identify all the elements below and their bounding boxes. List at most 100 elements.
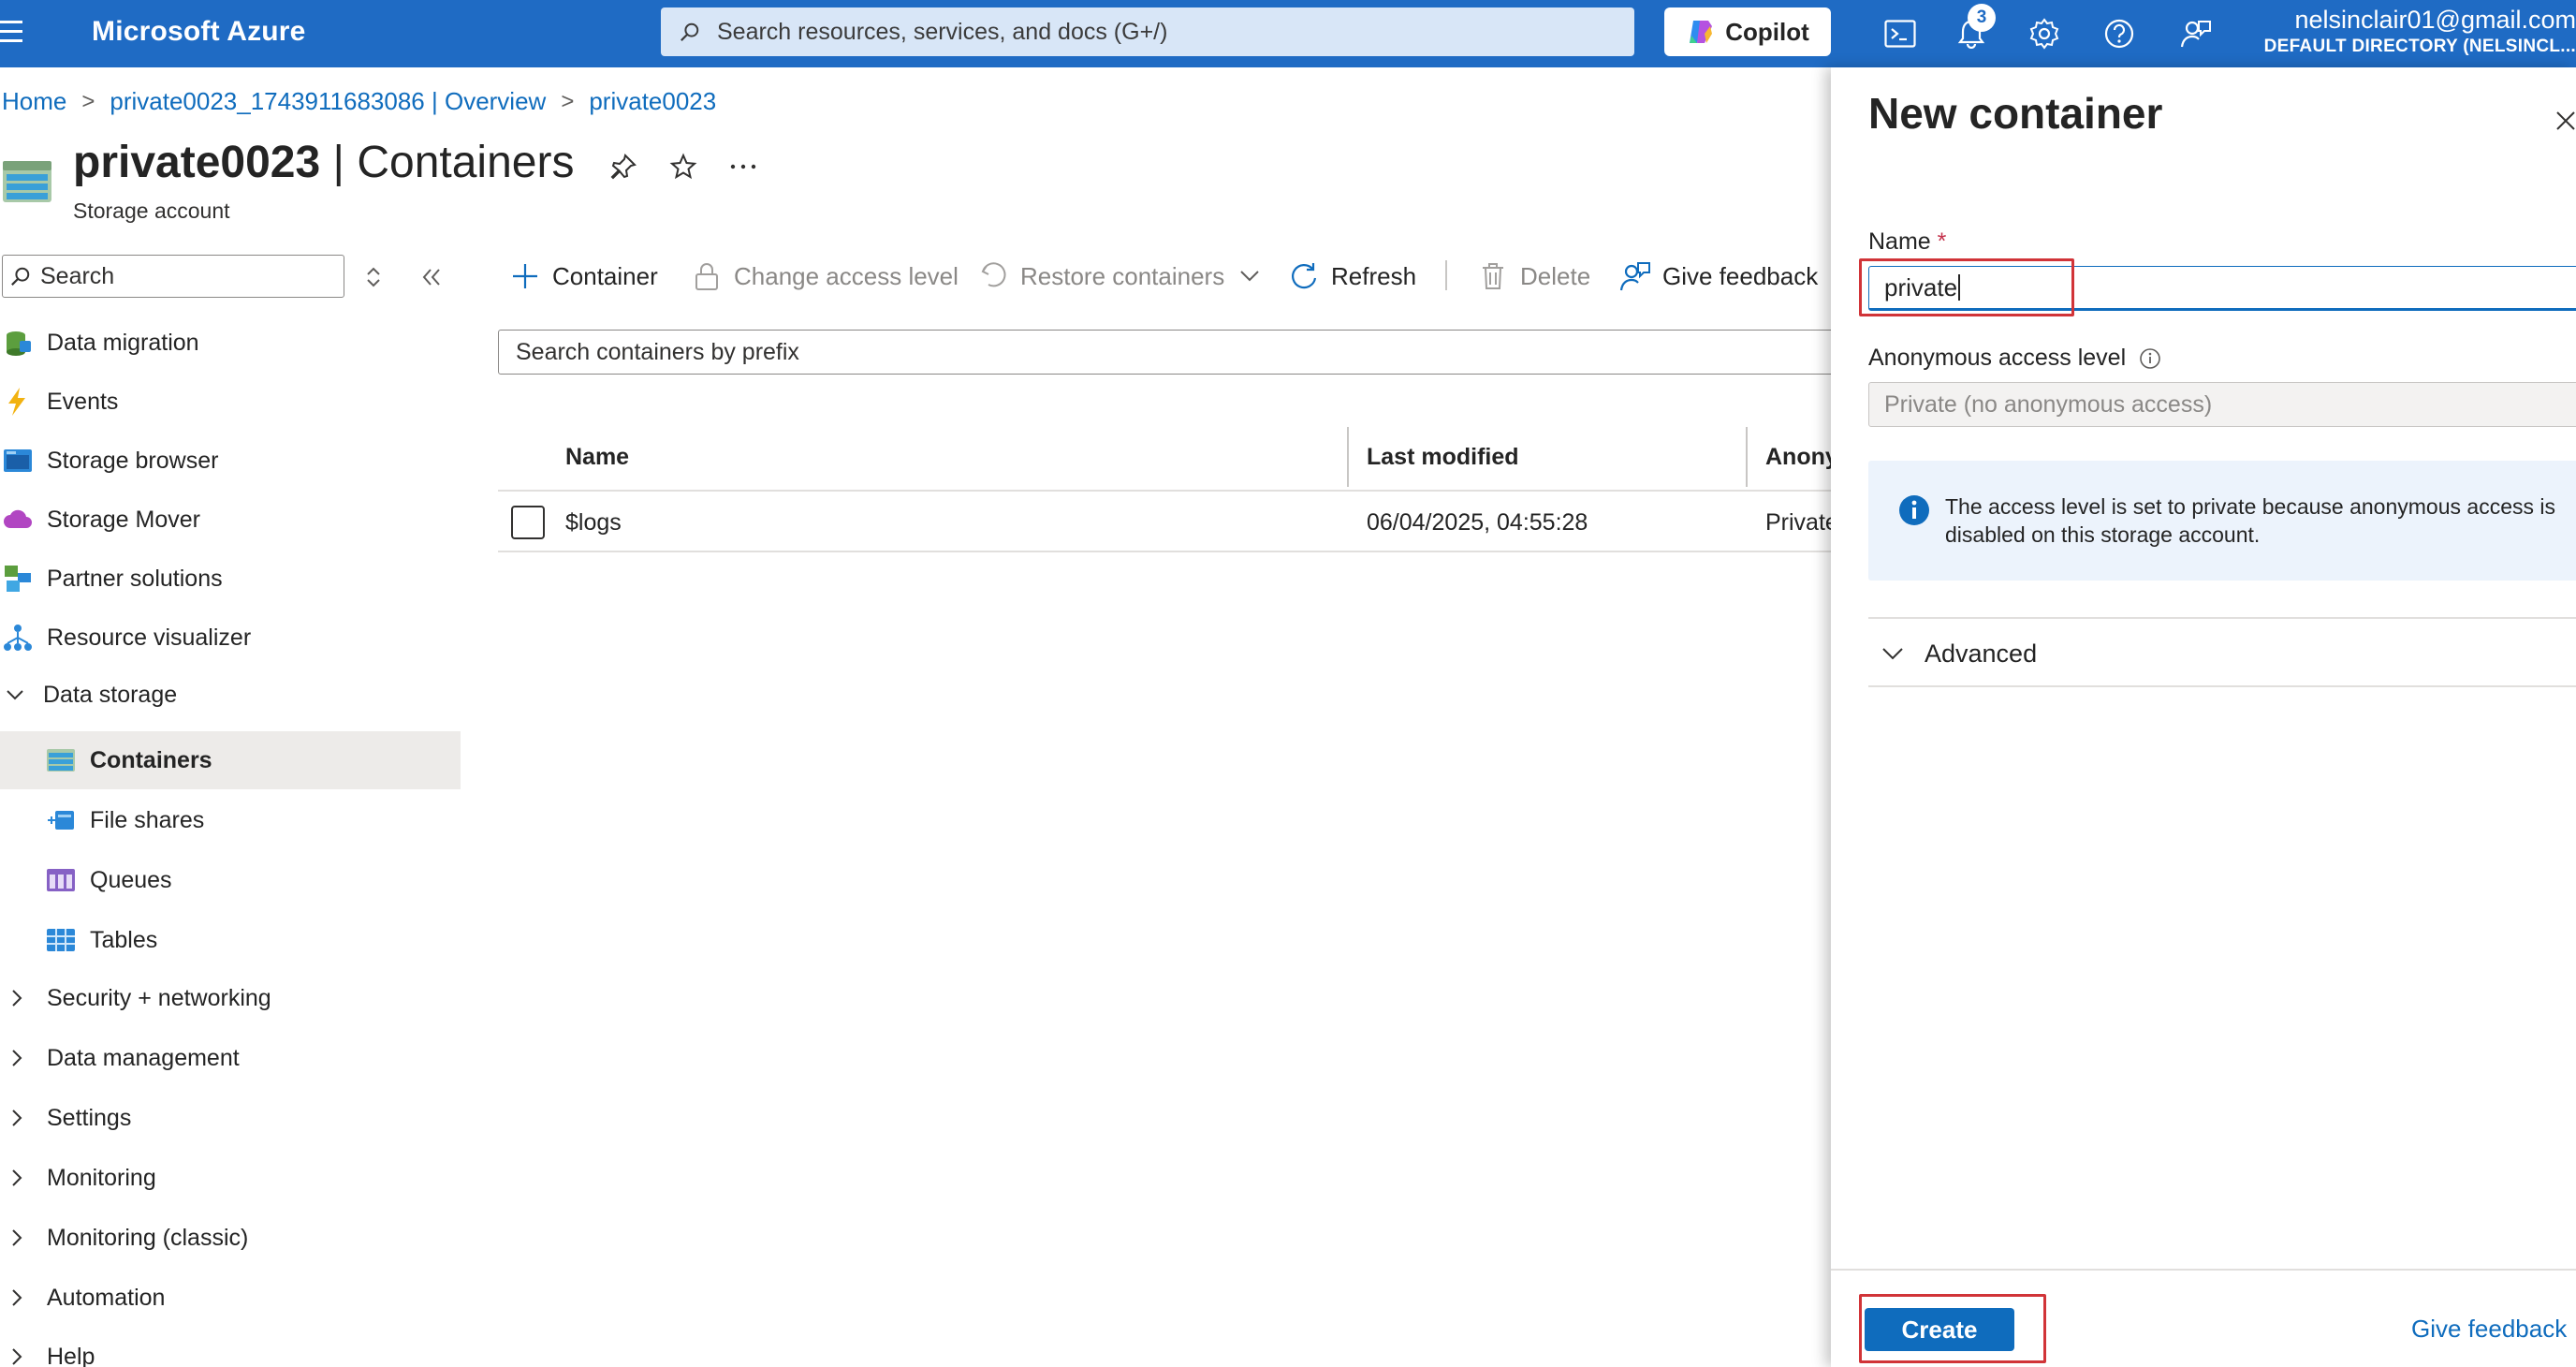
- nav-item-data-migration[interactable]: Data migration: [0, 314, 461, 372]
- settings-gear-icon[interactable]: [2026, 15, 2063, 52]
- anonymous-access-dropdown[interactable]: Private (no anonymous access): [1868, 382, 2576, 427]
- prefix-search-placeholder: Search containers by prefix: [516, 338, 799, 365]
- advanced-label: Advanced: [1925, 639, 2038, 668]
- nav-item-label: Automation: [47, 1284, 166, 1311]
- storage-browser-icon: [2, 445, 34, 477]
- info-message-text: The access level is set to private becau…: [1945, 494, 2555, 547]
- restore-containers-label: Restore containers: [1020, 261, 1225, 290]
- feedback-person-icon[interactable]: [2177, 15, 2215, 52]
- lightning-icon: [2, 386, 34, 418]
- nav-group-security-networking[interactable]: Security + networking: [0, 969, 461, 1027]
- add-container-button[interactable]: Container: [509, 253, 658, 300]
- global-search-input[interactable]: Search resources, services, and docs (G+…: [661, 7, 1634, 56]
- row-checkbox[interactable]: [511, 506, 545, 539]
- restore-containers-button[interactable]: Restore containers: [977, 253, 1260, 300]
- nav-group-help[interactable]: Help: [0, 1328, 461, 1367]
- copilot-button[interactable]: Copilot: [1664, 7, 1831, 56]
- chevron-right-icon: [12, 1110, 22, 1126]
- undo-icon: [977, 260, 1009, 292]
- sort-up-down-icon[interactable]: [363, 265, 384, 289]
- copilot-icon: [1690, 21, 1713, 43]
- search-icon: [681, 22, 699, 41]
- chevron-right-icon: [12, 990, 22, 1007]
- panel-give-feedback-link[interactable]: Give feedback: [2411, 1315, 2567, 1344]
- nav-item-resource-visualizer[interactable]: Resource visualizer: [0, 609, 461, 667]
- breadcrumb-overview[interactable]: private0023_1743911683086 | Overview: [110, 87, 546, 116]
- refresh-button[interactable]: Refresh: [1288, 253, 1416, 300]
- brand-title[interactable]: Microsoft Azure: [92, 16, 306, 48]
- nav-group-monitoring-classic[interactable]: Monitoring (classic): [0, 1209, 461, 1267]
- partner-icon: [2, 563, 34, 595]
- chevron-right-icon: [12, 1289, 22, 1306]
- container-name-cell[interactable]: $logs: [565, 509, 622, 537]
- nav-item-label: Security + networking: [47, 984, 271, 1011]
- change-access-level-button[interactable]: Change access level: [691, 253, 959, 300]
- hierarchy-icon: [2, 622, 34, 654]
- nav-group-settings[interactable]: Settings: [0, 1089, 461, 1147]
- more-options-icon[interactable]: [726, 150, 760, 184]
- table-header-divider: [498, 490, 1837, 492]
- close-icon[interactable]: [2555, 110, 2576, 131]
- info-circle-icon[interactable]: [2139, 347, 2161, 370]
- highlight-box-create: [1859, 1294, 2046, 1363]
- give-feedback-button[interactable]: Give feedback: [1619, 253, 1818, 300]
- nav-group-data-management[interactable]: Data management: [0, 1029, 461, 1087]
- column-divider[interactable]: [1347, 427, 1349, 487]
- chevron-right-icon: [12, 1050, 22, 1066]
- chevron-down-icon: [7, 690, 23, 700]
- nav-item-storage-browser[interactable]: Storage browser: [0, 432, 461, 490]
- delete-button[interactable]: Delete: [1477, 253, 1590, 300]
- nav-group-automation[interactable]: Automation: [0, 1269, 461, 1327]
- nav-item-storage-mover[interactable]: Storage Mover: [0, 491, 461, 549]
- chevron-right-icon: [12, 1169, 22, 1186]
- feedback-person-icon: [1619, 260, 1651, 292]
- notification-count-badge: 3: [1968, 4, 1996, 32]
- lock-icon: [691, 260, 723, 292]
- nav-group-monitoring[interactable]: Monitoring: [0, 1149, 461, 1207]
- nav-item-label: Settings: [47, 1104, 132, 1131]
- nav-search-input[interactable]: Search: [2, 255, 344, 298]
- data-migration-icon: [2, 327, 34, 359]
- access-level-field-label: Anonymous access level: [1868, 345, 2161, 372]
- nav-item-containers[interactable]: Containers: [0, 731, 461, 789]
- nav-item-label: Resource visualizer: [47, 624, 252, 651]
- breadcrumb-separator-icon: >: [561, 88, 575, 114]
- column-header-name[interactable]: Name: [565, 444, 629, 471]
- nav-item-label: Tables: [90, 926, 158, 953]
- table-row-divider: [498, 551, 1837, 552]
- search-icon: [11, 267, 30, 286]
- nav-item-label: Data migration: [47, 329, 199, 356]
- add-container-label: Container: [552, 261, 658, 290]
- menu-icon[interactable]: [0, 21, 22, 47]
- column-header-last-modified[interactable]: Last modified: [1367, 444, 1519, 471]
- nav-item-file-shares[interactable]: File shares: [0, 791, 461, 849]
- breadcrumb-storage-account[interactable]: private0023: [589, 87, 716, 116]
- user-account-menu[interactable]: nelsinclair01@gmail.com DEFAULT DIRECTOR…: [2239, 6, 2576, 57]
- collapse-nav-icon[interactable]: [419, 265, 444, 289]
- storage-account-icon: [3, 161, 51, 202]
- help-icon[interactable]: [2100, 15, 2138, 52]
- info-message-box: The access level is set to private becau…: [1868, 461, 2576, 581]
- required-marker: *: [1937, 228, 1947, 255]
- nav-item-partner-solutions[interactable]: Partner solutions: [0, 550, 461, 608]
- column-header-anonymous-access[interactable]: Anony: [1765, 444, 1838, 471]
- nav-item-label: Queues: [90, 866, 172, 893]
- user-directory: DEFAULT DIRECTORY (NELSINCL...: [2263, 37, 2576, 56]
- chevron-right-icon: [12, 1229, 22, 1246]
- nav-item-queues[interactable]: Queues: [0, 851, 461, 909]
- top-bar: Microsoft Azure Search resources, servic…: [0, 0, 2576, 67]
- file-share-icon: [45, 804, 77, 836]
- nav-item-events[interactable]: Events: [0, 373, 461, 431]
- column-divider[interactable]: [1746, 427, 1748, 487]
- cloud-shell-icon[interactable]: [1881, 15, 1919, 52]
- container-prefix-search-input[interactable]: Search containers by prefix: [498, 330, 1837, 375]
- nav-item-tables[interactable]: Tables: [0, 911, 461, 969]
- pin-icon[interactable]: [607, 150, 640, 184]
- nav-group-data-storage[interactable]: Data storage: [0, 666, 461, 724]
- user-email: nelsinclair01@gmail.com: [2294, 6, 2576, 34]
- chevron-down-icon: [1240, 271, 1259, 282]
- refresh-label: Refresh: [1331, 261, 1417, 290]
- breadcrumb-home[interactable]: Home: [2, 87, 66, 116]
- advanced-section-toggle[interactable]: Advanced: [1868, 625, 2037, 682]
- favorite-star-icon[interactable]: [666, 150, 700, 184]
